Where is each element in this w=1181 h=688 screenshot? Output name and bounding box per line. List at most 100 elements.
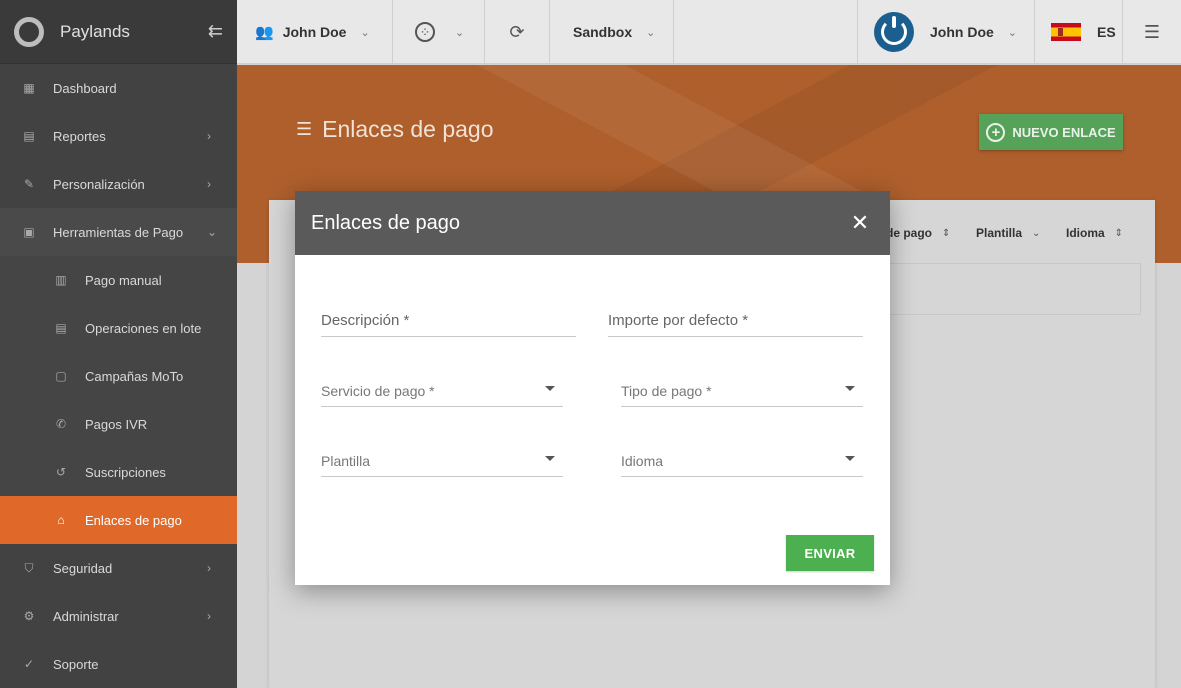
users-switch-icon: 👥 xyxy=(255,24,274,41)
environment-label: Sandbox xyxy=(573,24,633,40)
report-icon: ▤ xyxy=(23,129,35,143)
sidebar-item-soporte[interactable]: ✓ Soporte xyxy=(0,640,237,688)
app-title: Paylands xyxy=(60,21,130,41)
sync-icon: ⟳ xyxy=(509,21,525,42)
new-link-label: NUEVO ENLACE xyxy=(1012,124,1116,140)
payment-tools-icon: ▣ xyxy=(23,225,35,239)
language-select[interactable]: Idioma xyxy=(621,453,863,477)
new-link-button[interactable]: + NUEVO ENLACE xyxy=(979,114,1123,150)
sidebar-item-label: Pago manual xyxy=(85,272,162,288)
sort-icon: ⇕ xyxy=(942,227,951,239)
sidebar-item-label: Enlaces de pago xyxy=(85,512,182,528)
default-amount-label: Importe por defecto * xyxy=(608,312,749,329)
gear-icon: ⚙ xyxy=(23,609,35,623)
default-amount-field[interactable]: Importe por defecto * xyxy=(608,312,863,337)
services-icon: ⁘ xyxy=(415,22,435,42)
language-selector[interactable]: ES xyxy=(1035,0,1123,64)
sidebar: Paylands ⇇ ▦ Dashboard ▤ Reportes › ✎ Pe… xyxy=(0,0,237,688)
sidebar-item-reportes[interactable]: ▤ Reportes › xyxy=(0,112,237,160)
payment-service-label: Servicio de pago * xyxy=(321,383,435,399)
sidebar-item-campanas-moto[interactable]: ▢ Campañas MoTo xyxy=(0,352,237,400)
dialog-header: Enlaces de pago ✕ xyxy=(295,191,890,255)
column-header-tipo-de-pago[interactable]: de pago ⇕ xyxy=(886,226,950,240)
sidebar-item-pagos-ivr[interactable]: ✆ Pagos IVR xyxy=(0,400,237,448)
dropdown-arrow-icon xyxy=(845,386,855,391)
services-dropdown[interactable]: ⁘ ⌄ xyxy=(393,0,485,64)
topbar: 👥 John Doe ⌄ ⁘ ⌄ ⟳ Sandbox ⌄ John Doe ⌄ … xyxy=(237,0,1181,64)
dashboard-icon: ▦ xyxy=(23,81,35,95)
chevron-down-icon: ⌄ xyxy=(1007,26,1017,39)
chevron-down-icon: ⌄ xyxy=(1032,227,1041,239)
user-menu[interactable]: John Doe ⌄ xyxy=(858,0,1035,64)
sidebar-item-operaciones-en-lote[interactable]: ▤ Operaciones en lote xyxy=(0,304,237,352)
sidebar-item-label: Administrar xyxy=(53,608,119,624)
submit-button[interactable]: ENVIAR xyxy=(786,535,874,571)
sort-icon: ⇕ xyxy=(1114,227,1124,239)
chevron-down-icon: ⌄ xyxy=(207,225,218,239)
sidebar-item-label: Personalización xyxy=(53,176,145,192)
close-icon[interactable]: ✕ xyxy=(846,210,874,236)
field-underline xyxy=(621,476,863,477)
avatar xyxy=(874,12,914,52)
calendar-icon: ▢ xyxy=(55,369,67,383)
sidebar-item-suscripciones[interactable]: ↺ Suscripciones xyxy=(0,448,237,496)
user-name: John Doe xyxy=(930,24,994,40)
filter-row xyxy=(880,263,1141,315)
dropdown-arrow-icon xyxy=(545,386,555,391)
shield-icon: ⛉ xyxy=(24,560,34,575)
list-menu-icon: ☰ xyxy=(1143,21,1161,42)
environment-selector[interactable]: Sandbox ⌄ xyxy=(550,0,674,64)
dialog-title: Enlaces de pago xyxy=(311,211,461,234)
page-title-text: Enlaces de pago xyxy=(322,116,494,142)
sidebar-submenu: ▥ Pago manual ▤ Operaciones en lote ▢ Ca… xyxy=(0,256,237,544)
column-header-idioma[interactable]: Idioma ⇕ xyxy=(1066,226,1123,240)
payment-service-select[interactable]: Servicio de pago * xyxy=(321,383,563,407)
field-underline xyxy=(321,406,563,407)
bank-icon: ⌂ xyxy=(57,513,65,527)
batch-icon: ▤ xyxy=(55,321,67,335)
dropdown-arrow-icon xyxy=(545,456,555,461)
sidebar-item-herramientas-de-pago[interactable]: ▣ Herramientas de Pago ⌄ xyxy=(0,208,237,256)
add-circle-icon: + xyxy=(986,122,1006,142)
sidebar-item-label: Soporte xyxy=(53,656,99,672)
collapse-sidebar-icon[interactable]: ⇇ xyxy=(208,21,223,42)
sidebar-item-label: Suscripciones xyxy=(85,464,166,480)
chevron-right-icon: › xyxy=(207,177,211,191)
sidebar-item-administrar[interactable]: ⚙ Administrar › xyxy=(0,592,237,640)
column-header-plantilla[interactable]: Plantilla ⌄ xyxy=(976,226,1040,240)
sidebar-item-enlaces-de-pago[interactable]: ⌂ Enlaces de pago xyxy=(0,496,237,544)
chevron-right-icon: › xyxy=(207,561,211,575)
sidebar-item-seguridad[interactable]: ⛉ Seguridad › xyxy=(0,544,237,592)
sidebar-item-label: Reportes xyxy=(53,128,106,144)
template-select[interactable]: Plantilla xyxy=(321,453,563,477)
support-icon: ✓ xyxy=(23,657,35,671)
refresh-button[interactable]: ⟳ xyxy=(485,0,550,64)
sidebar-item-label: Pagos IVR xyxy=(85,416,148,432)
description-field[interactable]: Descripción * xyxy=(321,312,576,337)
column-header-label: Plantilla xyxy=(976,226,1023,240)
field-underline xyxy=(321,336,576,337)
field-underline xyxy=(321,476,563,477)
chevron-down-icon: ⌄ xyxy=(455,26,465,39)
language-code: ES xyxy=(1097,24,1116,40)
payment-type-label: Tipo de pago * xyxy=(621,383,712,399)
history-icon: ↺ xyxy=(55,465,67,479)
sidebar-item-personalizacion[interactable]: ✎ Personalización › xyxy=(0,160,237,208)
list-icon: ☰ xyxy=(296,119,313,139)
account-switcher[interactable]: 👥 John Doe ⌄ xyxy=(237,0,393,64)
menu-list-button[interactable]: ☰ xyxy=(1123,0,1181,64)
spain-flag-icon xyxy=(1051,23,1081,41)
field-underline xyxy=(621,406,863,407)
brush-icon: ✎ xyxy=(23,177,35,191)
sidebar-item-pago-manual[interactable]: ▥ Pago manual xyxy=(0,256,237,304)
column-header-label: Idioma xyxy=(1066,226,1105,240)
field-underline xyxy=(608,336,863,337)
chevron-down-icon: ⌄ xyxy=(646,26,656,39)
sidebar-item-dashboard[interactable]: ▦ Dashboard xyxy=(0,64,237,112)
payment-link-dialog: Enlaces de pago ✕ Descripción * Importe … xyxy=(295,191,890,585)
power-icon xyxy=(881,16,907,45)
payment-type-select[interactable]: Tipo de pago * xyxy=(621,383,863,407)
sidebar-item-label: Dashboard xyxy=(53,80,117,96)
paylands-logo-icon xyxy=(14,16,44,47)
topbar-spacer xyxy=(674,0,858,63)
